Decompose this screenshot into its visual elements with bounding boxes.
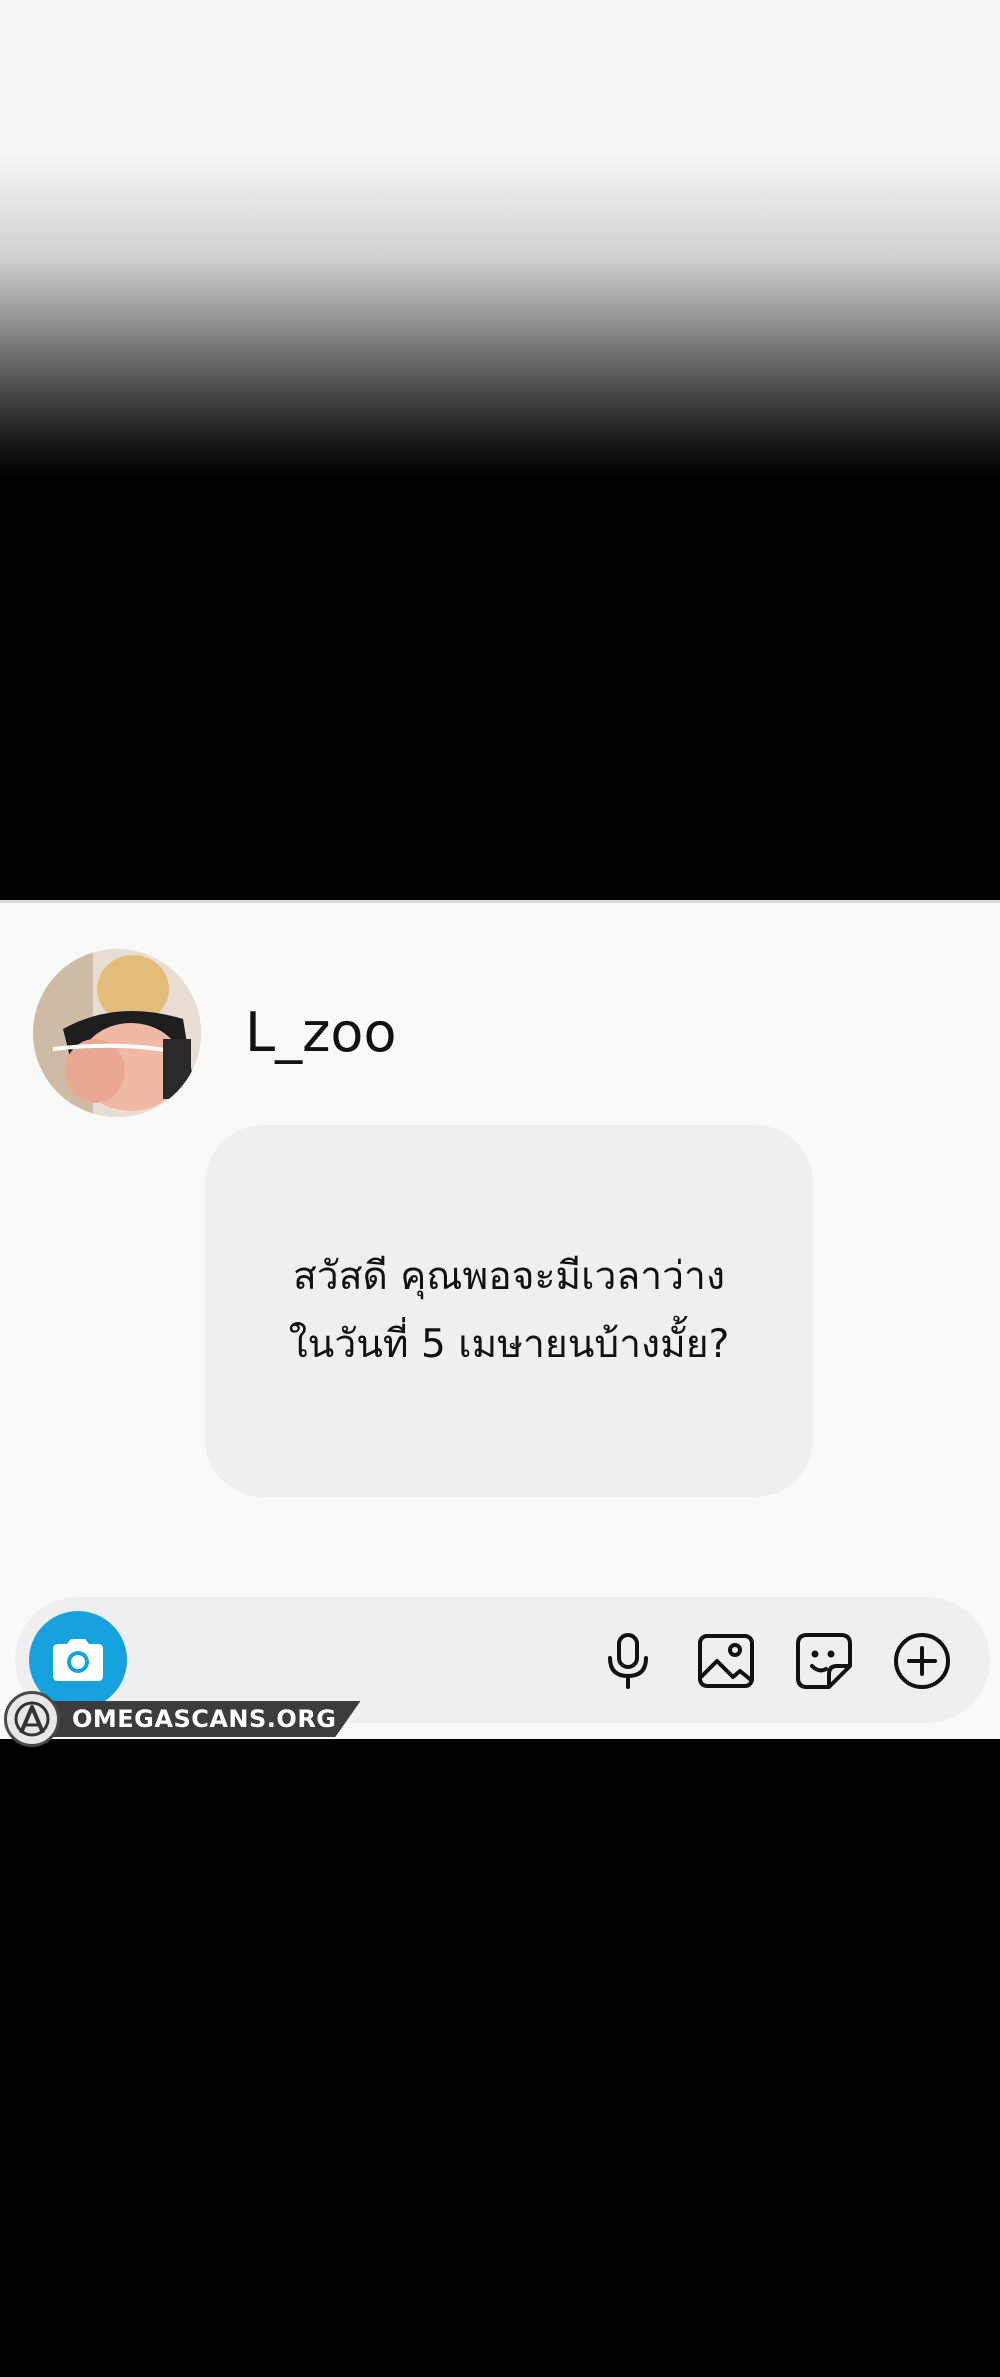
gallery-button[interactable] bbox=[696, 1631, 756, 1691]
avatar[interactable] bbox=[33, 949, 201, 1117]
plus-circle-icon bbox=[894, 1633, 950, 1689]
message-text: สวัสดี คุณพอจะมีเวลาว่าง ในวันที่ 5 เมษา… bbox=[288, 1254, 730, 1367]
watermark-logo-icon bbox=[4, 1691, 60, 1747]
image-icon bbox=[698, 1634, 754, 1688]
watermark-text: OMEGASCANS.ORG bbox=[46, 1701, 361, 1737]
top-gradient-fade bbox=[0, 0, 1000, 900]
microphone-icon bbox=[608, 1633, 648, 1689]
bottom-black-area bbox=[0, 1739, 1000, 2377]
contact-username: L_zoo bbox=[245, 1001, 397, 1064]
message-bubble: สวัสดี คุณพอจะมีเวลาว่าง ในวันที่ 5 เมษา… bbox=[205, 1125, 813, 1497]
microphone-button[interactable] bbox=[598, 1631, 658, 1691]
chat-panel: L_zoo สวัสดี คุณพอจะมีเวลาว่าง ในวันที่ … bbox=[0, 900, 1000, 1747]
sticker-icon bbox=[796, 1633, 852, 1689]
add-button[interactable] bbox=[892, 1631, 952, 1691]
camera-icon bbox=[53, 1639, 103, 1681]
sticker-button[interactable] bbox=[794, 1631, 854, 1691]
avatar-image bbox=[33, 949, 201, 1117]
